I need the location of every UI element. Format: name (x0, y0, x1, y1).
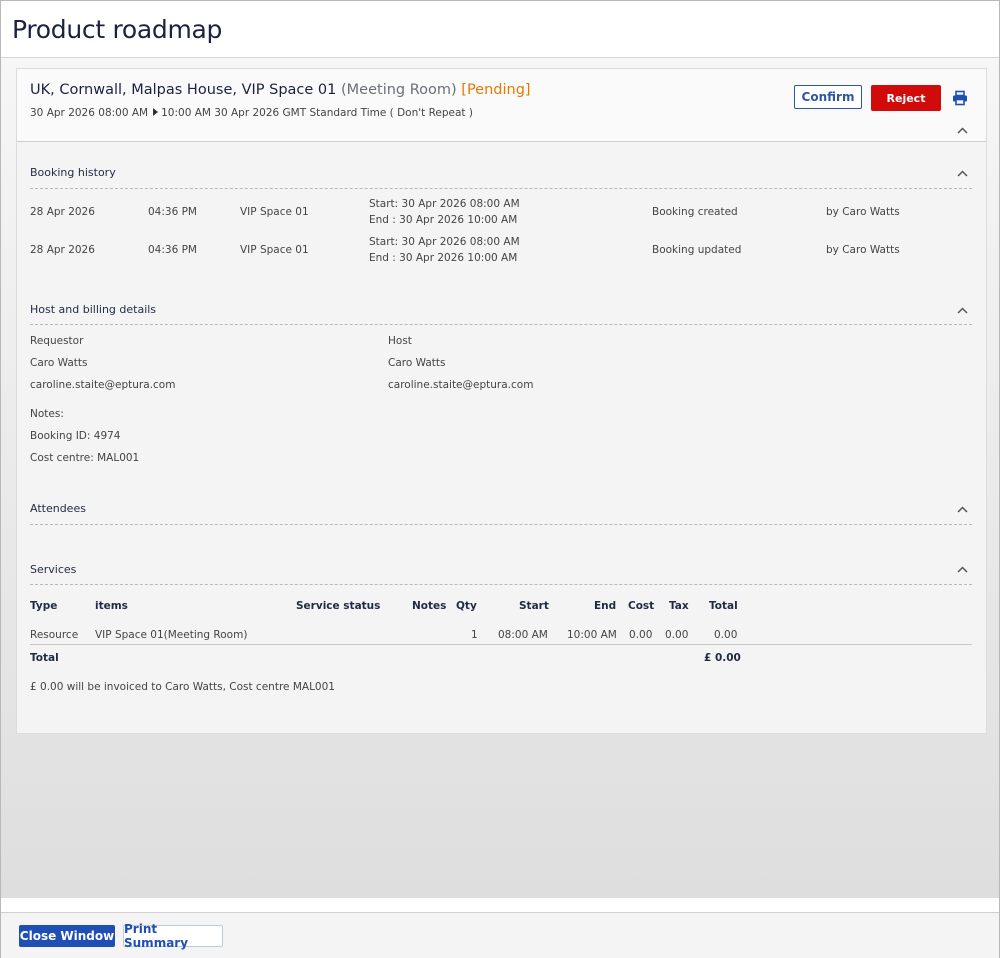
history-by: by Caro Watts (826, 244, 900, 256)
invoice-note: £ 0.00 will be invoiced to Caro Watts, C… (30, 681, 335, 693)
history-space: VIP Space 01 (240, 206, 309, 218)
history-action: Booking updated (652, 244, 742, 256)
booking-room-type: (Meeting Room) (341, 82, 457, 98)
notes-label: Notes: (30, 408, 64, 420)
col-notes: Notes (412, 600, 447, 612)
service-start: 08:00 AM (498, 629, 548, 641)
arrow-right-icon (153, 108, 159, 116)
total-value: £ 0.00 (704, 652, 741, 664)
history-by: by Caro Watts (826, 206, 900, 218)
host-label: Host (388, 335, 412, 347)
divider (30, 644, 972, 645)
booking-status: [Pending] (461, 82, 531, 98)
service-type: Resource (30, 629, 79, 641)
content-area: UK, Cornwall, Malpas House, VIP Space 01… (1, 58, 999, 898)
section-title-services: Services (30, 563, 77, 576)
col-end: End (594, 600, 617, 612)
reject-button[interactable]: Reject (871, 85, 941, 111)
col-tax: Tax (669, 600, 689, 612)
booking-header: UK, Cornwall, Malpas House, VIP Space 01… (17, 69, 986, 142)
service-total: 0.00 (714, 629, 738, 641)
service-qty: 1 (471, 629, 478, 641)
service-cost: 0.00 (629, 629, 653, 641)
service-tax: 0.00 (665, 629, 689, 641)
col-qty: Qty (456, 600, 477, 612)
requestor-email: caroline.staite@eptura.com (30, 379, 176, 391)
history-start: Start: 30 Apr 2026 08:00 AM (369, 198, 520, 210)
billing-collapse-chevron-up-icon[interactable] (957, 307, 968, 314)
history-end: End : 30 Apr 2026 10:00 AM (369, 252, 518, 264)
booking-title: UK, Cornwall, Malpas House, VIP Space 01… (30, 82, 531, 98)
col-total: Total (709, 600, 738, 612)
host-name: Caro Watts (388, 357, 446, 369)
divider (30, 524, 972, 525)
history-start: Start: 30 Apr 2026 08:00 AM (369, 236, 520, 248)
attendees-collapse-chevron-up-icon[interactable] (957, 506, 968, 513)
requestor-label: Requestor (30, 335, 84, 347)
history-end: End : 30 Apr 2026 10:00 AM (369, 214, 518, 226)
host-email: caroline.staite@eptura.com (388, 379, 534, 391)
window-frame: Product roadmap UK, Cornwall, Malpas Hou… (0, 0, 1000, 958)
requestor-name: Caro Watts (30, 357, 88, 369)
divider (30, 324, 972, 325)
history-space: VIP Space 01 (240, 244, 309, 256)
divider (30, 584, 972, 585)
close-window-button[interactable]: Close Window (19, 925, 115, 947)
history-collapse-chevron-up-icon[interactable] (957, 170, 968, 177)
section-title-host-billing: Host and billing details (30, 303, 157, 316)
col-start: Start (519, 600, 549, 612)
total-label: Total (30, 652, 59, 664)
section-title-booking-history: Booking history (30, 166, 116, 179)
service-item: VIP Space 01(Meeting Room) (95, 629, 248, 641)
services-collapse-chevron-up-icon[interactable] (957, 566, 968, 573)
service-end: 10:00 AM (567, 629, 617, 641)
col-cost: Cost (628, 600, 655, 612)
history-date: 28 Apr 2026 (30, 244, 95, 256)
history-time: 04:36 PM (148, 206, 197, 218)
page-title: Product roadmap (12, 15, 223, 44)
window-titlebar: Product roadmap (1, 1, 999, 58)
col-service-status: Service status (296, 600, 381, 612)
header-collapse-chevron-up-icon[interactable] (957, 127, 968, 134)
history-date: 28 Apr 2026 (30, 206, 95, 218)
booking-id: Booking ID: 4974 (30, 430, 121, 442)
cost-centre: Cost centre: MAL001 (30, 452, 140, 464)
booking-time-range: 30 Apr 2026 08:00 AM 10:00 AM 30 Apr 2026… (30, 107, 473, 119)
booking-card: UK, Cornwall, Malpas House, VIP Space 01… (16, 68, 987, 734)
print-summary-button[interactable]: Print Summary (123, 922, 223, 950)
section-title-attendees: Attendees (30, 502, 86, 515)
history-action: Booking created (652, 206, 738, 218)
col-type: Type (30, 600, 58, 612)
printer-icon[interactable] (952, 90, 968, 106)
divider (30, 188, 972, 189)
col-items: items (95, 600, 128, 612)
window-footer: Close Window Print Summary (1, 912, 999, 958)
booking-end: 10:00 AM 30 Apr 2026 GMT Standard Time (… (161, 107, 473, 119)
booking-start: 30 Apr 2026 08:00 AM (30, 107, 149, 119)
confirm-button[interactable]: Confirm (794, 85, 862, 109)
booking-location: UK, Cornwall, Malpas House, VIP Space 01 (30, 82, 337, 98)
history-time: 04:36 PM (148, 244, 197, 256)
